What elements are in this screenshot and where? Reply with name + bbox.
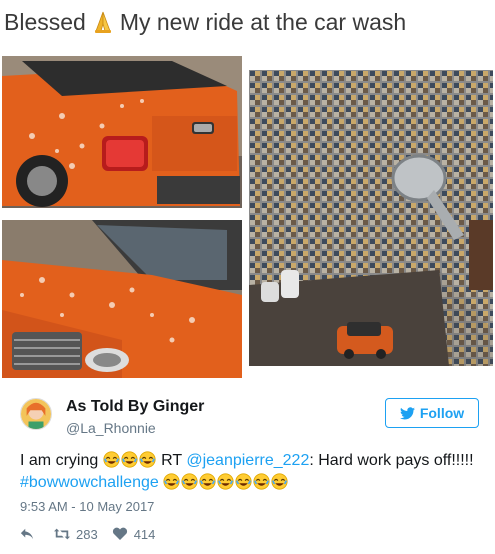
rt-label: RT — [161, 452, 182, 469]
laughing-emoji-icon — [235, 473, 252, 490]
photo-car-front[interactable] — [2, 220, 242, 378]
laughing-emoji-icon — [103, 451, 120, 468]
avatar[interactable] — [20, 398, 52, 430]
laughing-emoji-icon — [199, 473, 216, 490]
photo-collage — [0, 50, 495, 380]
tweet-text: I am crying RT @jeanpierre_222: Hard wor… — [20, 450, 480, 494]
tweet-text-body: : Hard work pays off!!!!! — [309, 452, 474, 469]
tweet-actions: 283 414 — [20, 525, 169, 543]
laughing-emoji-icon — [181, 473, 198, 490]
laughing-emoji-icon — [217, 473, 234, 490]
follow-label: Follow — [419, 405, 465, 421]
laughing-emoji-icon — [139, 451, 156, 468]
tweet-text-intro: I am crying — [20, 452, 99, 469]
mention-link[interactable]: @jeanpierre_222 — [186, 452, 309, 469]
like-button[interactable]: 414 — [112, 526, 156, 542]
meme-caption: Blessed My new ride at the car wash — [4, 6, 492, 38]
laugh-emoji-group-1 — [103, 451, 161, 469]
photo-toy-car-shower[interactable] — [249, 70, 493, 366]
retweet-button[interactable]: 283 — [54, 527, 98, 542]
embedded-tweet: As Told By Ginger @La_Rhonnie Follow I a… — [0, 382, 495, 554]
photo-car-rear[interactable] — [2, 56, 242, 208]
laugh-emoji-group-2 — [163, 473, 289, 491]
laughing-emoji-icon — [163, 473, 180, 490]
heart-icon — [112, 527, 127, 540]
caption-text-after: My new ride at the car wash — [119, 9, 407, 35]
follow-button[interactable]: Follow — [385, 398, 479, 428]
laughing-emoji-icon — [271, 473, 288, 490]
retweet-icon — [54, 528, 70, 540]
laughing-emoji-icon — [253, 473, 270, 490]
caption-text-before: Blessed — [4, 9, 86, 35]
reply-button[interactable] — [20, 527, 40, 541]
tweet-timestamp[interactable]: 9:53 AM - 10 May 2017 — [20, 499, 154, 514]
author-name[interactable]: As Told By Ginger — [66, 398, 204, 416]
folded-hands-icon — [94, 11, 111, 33]
reply-icon — [20, 528, 34, 540]
like-count: 414 — [133, 526, 156, 542]
retweet-count: 283 — [76, 526, 98, 542]
twitter-bird-icon — [399, 406, 415, 419]
author-handle[interactable]: @La_Rhonnie — [66, 420, 156, 436]
laughing-emoji-icon — [121, 451, 138, 468]
hashtag-link[interactable]: #bowwowchallenge — [20, 474, 159, 491]
